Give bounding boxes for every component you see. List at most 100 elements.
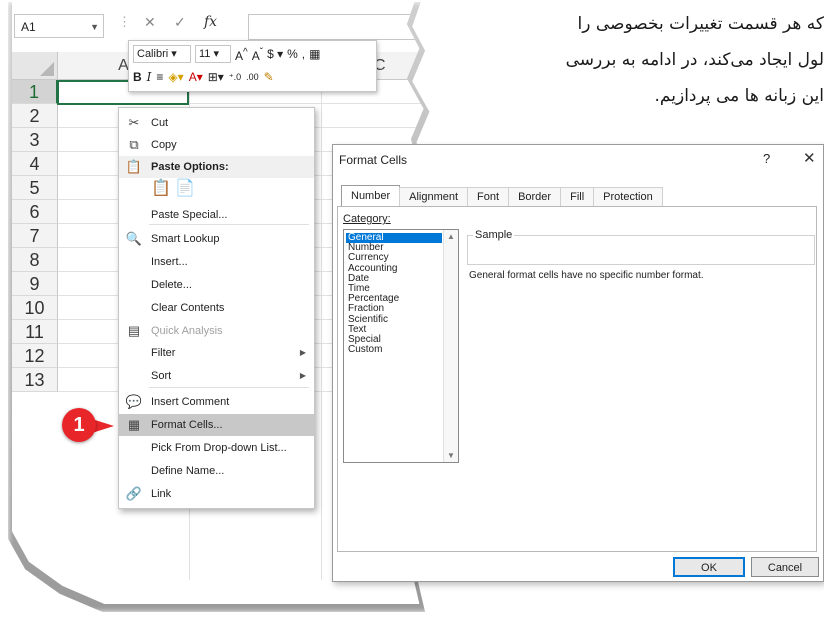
menu-item-label: Define Name... (151, 465, 225, 477)
percent-format-icon[interactable]: % (287, 46, 298, 62)
comma-format-icon[interactable]: , (302, 46, 305, 62)
menu-item-pick-from-drop-down-list[interactable]: Pick From Drop-down List... (119, 437, 314, 459)
menu-item-filter[interactable]: Filter ▶ (119, 342, 314, 364)
dialog-tabs: Number Alignment Font Border Fill Protection (341, 185, 663, 207)
font-size-box[interactable]: 11 ▾ (195, 45, 231, 63)
context-menu: ✂ Cut ⧉ Copy 📋 Paste Options: 📋 📄 Paste Special.… (118, 107, 315, 509)
menu-item-label: Insert... (151, 256, 188, 268)
mini-toolbar: Calibri ▾ 11 ▾ A^ Aˇ $ ▾ % , ▦ B I ≡ ◈▾ … (128, 40, 377, 92)
menu-item-smart-lookup[interactable]: 🔍 Smart Lookup (119, 228, 314, 250)
paste-formatting-icon[interactable]: 📋 (151, 178, 171, 200)
borders-icon[interactable]: ⊞▾ (208, 69, 224, 85)
menu-item-clear-contents[interactable]: Clear Contents (119, 297, 314, 319)
menu-item-define-name[interactable]: Define Name... (119, 460, 314, 482)
menu-item-quick-analysis[interactable]: ▤ Quick Analysis (119, 320, 314, 342)
category-item-currency[interactable]: Currency (346, 253, 442, 263)
scroll-down-icon[interactable]: ▼ (447, 451, 455, 460)
category-label: Category: (343, 213, 391, 225)
confirm-entry-icon[interactable]: ✓ (174, 14, 186, 31)
menu-item-copy[interactable]: ⧉ Copy (119, 134, 314, 156)
menu-item-label: Copy (151, 139, 177, 151)
quick-analysis-icon: ▤ (127, 323, 141, 338)
sample-box (467, 235, 815, 265)
menu-item-paste-special[interactable]: Paste Special... (119, 204, 314, 226)
font-name-box[interactable]: Calibri ▾ (133, 45, 191, 63)
row-header-6[interactable]: 6 (12, 200, 58, 224)
menu-separator (149, 387, 309, 388)
menu-item-delete[interactable]: Delete... (119, 274, 314, 296)
menu-item-insert[interactable]: Insert... (119, 251, 314, 273)
menu-item-label: Pick From Drop-down List... (151, 442, 287, 454)
tab-fill[interactable]: Fill (560, 187, 595, 206)
menu-item-cut[interactable]: ✂ Cut (119, 112, 314, 134)
decrease-decimal-icon[interactable]: .00 (246, 69, 259, 85)
font-name-value: Calibri (137, 48, 169, 60)
row-header-12[interactable]: 12 (12, 344, 58, 368)
tab-font[interactable]: Font (467, 187, 510, 206)
menu-item-label: Paste Special... (151, 209, 228, 221)
name-box[interactable]: A1 ▼ (14, 14, 104, 38)
name-box-dropdown-icon[interactable]: ▼ (90, 15, 99, 39)
menu-item-format-cells[interactable]: ▦ Format Cells... (119, 414, 314, 436)
align-center-icon[interactable]: ≡ (156, 69, 163, 85)
increase-decimal-icon[interactable]: ⁺.0 (229, 69, 241, 85)
scroll-up-icon[interactable]: ▲ (447, 232, 455, 241)
row-header-3[interactable]: 3 (12, 128, 58, 152)
comment-icon: 💬 (125, 394, 143, 409)
insert-function-icon[interactable]: fx (204, 14, 217, 30)
tab-alignment[interactable]: Alignment (399, 187, 469, 206)
formula-bar-input[interactable] (248, 14, 424, 40)
help-button[interactable]: ? (763, 151, 770, 166)
submenu-arrow-icon: ▶ (299, 371, 306, 380)
font-size-value: 11 (199, 48, 211, 60)
persian-line-3: این زبانه ها می پردازیم. (654, 86, 824, 106)
fill-color-icon[interactable]: ◈▾ (168, 69, 183, 85)
menu-item-sort[interactable]: Sort ▶ (119, 365, 314, 387)
row-header-2[interactable]: 2 (12, 104, 58, 128)
name-box-value: A1 (21, 20, 36, 34)
format-table-icon[interactable]: ▦ (309, 46, 320, 62)
row-header-5[interactable]: 5 (12, 176, 58, 200)
row-header-11[interactable]: 11 (12, 320, 58, 344)
menu-item-label: Format Cells... (151, 419, 223, 431)
cancel-button[interactable]: Cancel (751, 557, 819, 577)
format-painter-icon[interactable]: ✎ (264, 69, 274, 85)
tab-border[interactable]: Border (508, 187, 562, 206)
menu-item-insert-comment[interactable]: 💬 Insert Comment (119, 391, 314, 413)
row-header-9[interactable]: 9 (12, 272, 58, 296)
increase-font-icon[interactable]: A^ (235, 45, 248, 64)
category-list[interactable]: ▲ ▼ General Number Currency Accounting Date T… (343, 229, 459, 463)
italic-button[interactable]: I (147, 69, 152, 85)
decrease-font-icon[interactable]: Aˇ (252, 45, 263, 64)
row-header-10[interactable]: 10 (12, 296, 58, 320)
menu-item-label: Quick Analysis (151, 325, 223, 337)
paste-values-icon[interactable]: 📄 (175, 178, 195, 200)
persian-paragraph: که هر قسمت تغییرات بخصوصی را لول ایجاد م… (424, 6, 824, 114)
row-header-4[interactable]: 4 (12, 152, 58, 176)
menu-item-label: Sort (151, 370, 172, 382)
tab-number[interactable]: Number (341, 185, 401, 206)
dialog-title: Format Cells (339, 153, 408, 167)
select-all-corner[interactable] (12, 52, 58, 80)
font-color-icon[interactable]: A▾ (189, 69, 203, 85)
cancel-entry-icon[interactable]: ✕ (144, 14, 156, 31)
category-item-custom[interactable]: Custom (346, 345, 442, 355)
tab-protection[interactable]: Protection (593, 187, 663, 206)
menu-item-label: Link (151, 488, 172, 500)
sample-label: Sample (473, 229, 515, 241)
row-header-13[interactable]: 13 (12, 368, 58, 392)
menu-item-label: Clear Contents (151, 302, 225, 314)
category-scrollbar[interactable]: ▲ ▼ (443, 230, 458, 462)
close-icon[interactable]: ✕ (803, 149, 816, 167)
menu-item-link[interactable]: 🔗 Link (119, 483, 314, 505)
row-header-1[interactable]: 1 (12, 80, 58, 104)
format-cells-dialog: Format Cells ? ✕ Number Alignment Font Bord… (332, 144, 824, 582)
category-item-fraction[interactable]: Fraction (346, 304, 442, 314)
row-header-8[interactable]: 8 (12, 248, 58, 272)
ok-button[interactable]: OK (673, 557, 745, 577)
row-header-7[interactable]: 7 (12, 224, 58, 248)
format-cells-icon: ▦ (127, 417, 141, 432)
currency-format-icon[interactable]: $ ▾ (267, 46, 283, 62)
bold-button[interactable]: B (133, 69, 142, 85)
formula-bar-separator: ⋮ (118, 14, 131, 29)
